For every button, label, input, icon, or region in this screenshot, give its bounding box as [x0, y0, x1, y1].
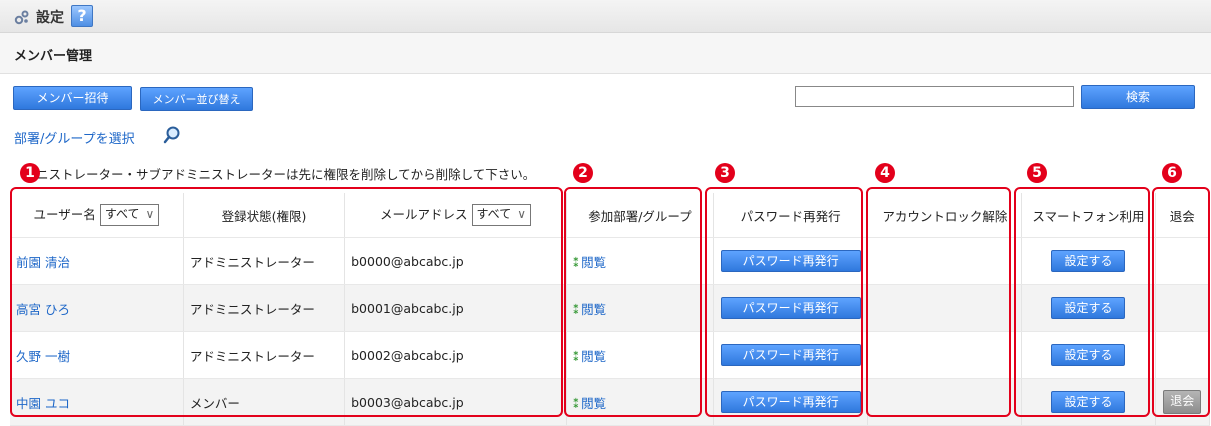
badge-4: 4 — [875, 163, 895, 183]
member-name-link[interactable]: 久野 一樹 — [16, 349, 70, 364]
chevron-down-icon: ∨ — [145, 207, 155, 222]
member-name-link[interactable]: 前園 清治 — [16, 255, 70, 270]
chevron-down-icon: ∨ — [517, 207, 526, 222]
member-status: アドミニストレーター — [183, 331, 346, 379]
groups-view-link[interactable]: ⁑ 閲覧 — [573, 255, 606, 270]
member-email: b0002@abcabc.jp — [344, 331, 567, 379]
group-icon: ⁑ — [572, 255, 580, 270]
member-status: アドミニストレーター — [183, 284, 346, 332]
notice-text: ニストレーター・サブアドミニストレーターは先に権限を削除してから削除して下さい。 — [36, 167, 536, 182]
group-icon: ⁑ — [572, 396, 580, 411]
member-name-link[interactable]: 高宮 ひろ — [16, 302, 70, 317]
badge-3: 3 — [715, 163, 735, 183]
select-group-link[interactable]: 部署/グループを選択 — [14, 128, 135, 147]
section-title: メンバー管理 — [14, 49, 93, 64]
table-row: 久野 一樹 アドミニストレーター b0002@abcabc.jp ⁑ 閲覧 パスワ… — [10, 331, 1211, 379]
member-status: メンバー — [183, 378, 346, 426]
withdraw-cell — [1155, 284, 1211, 332]
unlock-cell — [867, 331, 1023, 379]
header-password: パスワード再発行 — [713, 193, 869, 238]
group-icon: ⁑ — [572, 302, 580, 317]
smartphone-settings-button[interactable]: 設定する — [1051, 391, 1126, 413]
password-reissue-button[interactable]: パスワード再発行 — [720, 297, 861, 319]
group-icon: ⁑ — [572, 349, 580, 364]
member-email: b0003@abcabc.jp — [344, 378, 567, 426]
magnifier-icon[interactable] — [163, 126, 181, 144]
member-name-link[interactable]: 中園 ユコ — [16, 396, 70, 411]
badge-6: 6 — [1162, 163, 1182, 183]
withdraw-cell — [1155, 331, 1211, 379]
member-status: アドミニストレーター — [183, 237, 346, 285]
groups-view-link[interactable]: ⁑ 閲覧 — [573, 349, 606, 364]
password-reissue-button[interactable]: パスワード再発行 — [720, 344, 861, 366]
help-icon[interactable]: ? — [71, 5, 93, 27]
header-smartphone: スマートフォン利用 — [1021, 193, 1156, 238]
groups-view-link[interactable]: ⁑ 閲覧 — [573, 396, 606, 411]
header-status: 登録状態(権限) — [183, 193, 346, 238]
password-reissue-button[interactable]: パスワード再発行 — [720, 391, 861, 413]
withdraw-cell — [1155, 237, 1211, 285]
header-groups: 参加部署/グループ — [566, 193, 715, 238]
member-table: ユーザー名 すべて ∨ 登録状態(権限) メールアドレス すべて ∨ 参加部署/グループ… — [10, 193, 1211, 426]
header-username: ユーザー名 すべて ∨ — [10, 193, 184, 238]
badge-1: 1 — [20, 163, 40, 183]
top-bar: 設定 ? — [0, 0, 1211, 33]
header-unlock: アカウントロック解除 — [867, 193, 1023, 238]
settings-icon — [14, 10, 29, 25]
unlock-cell — [867, 237, 1023, 285]
page-title: 設定 — [36, 10, 64, 26]
badge-2: 2 — [573, 163, 593, 183]
table-row: 高宮 ひろ アドミニストレーター b0001@abcabc.jp ⁑ 閲覧 パスワ… — [10, 284, 1211, 332]
username-filter-select[interactable]: すべて ∨ — [99, 204, 160, 227]
password-reissue-button[interactable]: パスワード再発行 — [720, 250, 861, 272]
header-withdraw: 退会 — [1155, 193, 1211, 238]
search-input[interactable] — [795, 86, 1074, 107]
header-email: メールアドレス すべて ∨ — [344, 193, 567, 238]
withdraw-button[interactable]: 退会 — [1163, 390, 1202, 414]
sort-members-button[interactable]: メンバー並び替え — [140, 87, 253, 111]
smartphone-settings-button[interactable]: 設定する — [1051, 297, 1126, 319]
groups-view-link[interactable]: ⁑ 閲覧 — [573, 302, 606, 317]
email-filter-select[interactable]: すべて ∨ — [471, 204, 531, 227]
smartphone-settings-button[interactable]: 設定する — [1051, 250, 1126, 272]
section-header: メンバー管理 — [0, 33, 1211, 74]
table-row: 前園 清治 アドミニストレーター b0000@abcabc.jp ⁑ 閲覧 パスワ… — [10, 237, 1211, 285]
table-row: 中園 ユコ メンバー b0003@abcabc.jp ⁑ 閲覧 パスワード再発行 … — [10, 378, 1211, 426]
unlock-cell — [867, 378, 1023, 426]
table-header-row: ユーザー名 すべて ∨ 登録状態(権限) メールアドレス すべて ∨ 参加部署/グループ… — [10, 193, 1211, 238]
member-email: b0000@abcabc.jp — [344, 237, 567, 285]
badge-5: 5 — [1027, 163, 1047, 183]
search-button[interactable]: 検索 — [1081, 85, 1195, 109]
member-email: b0001@abcabc.jp — [344, 284, 567, 332]
unlock-cell — [867, 284, 1023, 332]
invite-member-button[interactable]: メンバー招待 — [13, 86, 132, 110]
smartphone-settings-button[interactable]: 設定する — [1051, 344, 1126, 366]
